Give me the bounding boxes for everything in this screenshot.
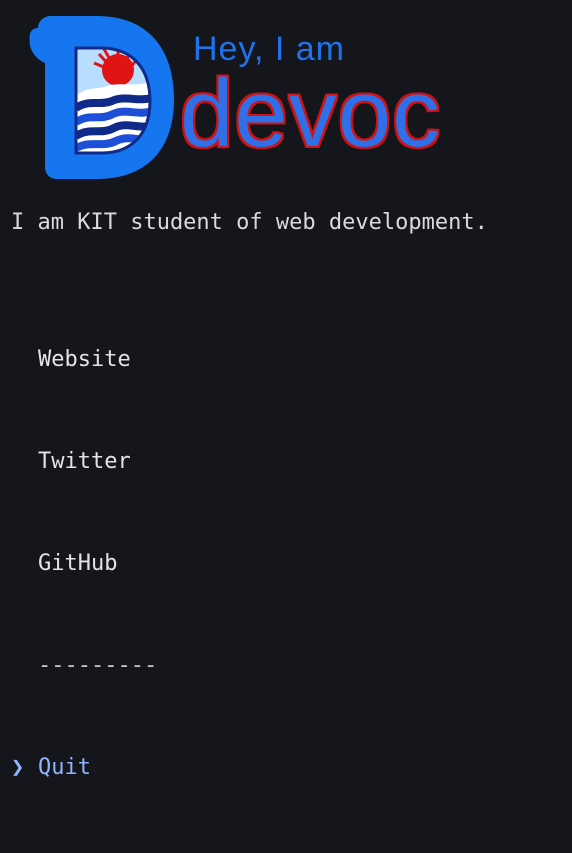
name-title: devoc <box>180 60 442 167</box>
menu-separator: --------- <box>11 649 157 683</box>
menu-item-label: Quit <box>38 755 91 780</box>
menu-item-label: GitHub <box>38 551 118 576</box>
menu-item-label: Website <box>38 347 131 372</box>
menu-item-quit[interactable]: ❯ Quit <box>11 751 157 785</box>
menu-list: Website Twitter GitHub --------- ❯ Quit <box>11 275 157 853</box>
separator-line: --------- <box>38 653 158 678</box>
d-logo-icon <box>20 10 178 188</box>
intro-text: I am KIT student of web development. <box>11 210 488 235</box>
selection-pointer-icon: ❯ <box>11 755 25 780</box>
menu-item-github[interactable]: GitHub <box>11 547 157 581</box>
menu-item-website[interactable]: Website <box>11 343 157 377</box>
terminal-window: Hey, I am devoc I am KIT student of web … <box>0 0 572 780</box>
